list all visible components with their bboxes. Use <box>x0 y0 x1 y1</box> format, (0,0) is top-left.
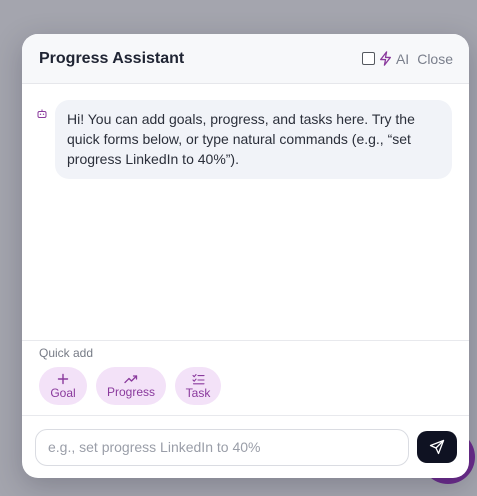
assistant-panel: Progress Assistant AI Close Hi! You can … <box>22 34 469 478</box>
trending-up-icon <box>124 374 138 383</box>
message-assistant: Hi! You can add goals, progress, and tas… <box>36 100 453 179</box>
message-bubble: Hi! You can add goals, progress, and tas… <box>55 100 452 179</box>
ai-toggle[interactable]: AI <box>361 50 410 67</box>
plus-icon <box>57 373 69 384</box>
list-checks-icon <box>191 373 205 384</box>
goal-chip-label: Goal <box>50 385 76 400</box>
send-button[interactable] <box>417 431 457 463</box>
bolt-icon <box>380 51 391 66</box>
send-icon <box>429 439 445 455</box>
message-list: Hi! You can add goals, progress, and tas… <box>22 84 469 340</box>
close-button[interactable]: Close <box>417 51 453 67</box>
task-chip-button[interactable]: Task <box>175 367 221 405</box>
ai-label: AI <box>395 50 410 67</box>
composer <box>22 416 469 478</box>
ai-checkbox[interactable] <box>361 52 375 65</box>
panel-header: Progress Assistant AI Close <box>22 34 469 84</box>
bot-icon <box>37 109 47 118</box>
message-input[interactable] <box>35 428 409 466</box>
progress-chip-button[interactable]: Progress <box>96 367 166 405</box>
progress-chip-label: Progress <box>106 384 156 399</box>
panel-title: Progress Assistant <box>39 49 185 67</box>
quick-add-section: Quick add Goal Progress Task <box>22 340 469 416</box>
quick-add-chips: Goal Progress Task <box>39 367 469 405</box>
goal-chip-button[interactable]: Goal <box>39 367 87 405</box>
quick-add-label: Quick add <box>39 346 94 360</box>
task-chip-label: Task <box>185 385 211 400</box>
